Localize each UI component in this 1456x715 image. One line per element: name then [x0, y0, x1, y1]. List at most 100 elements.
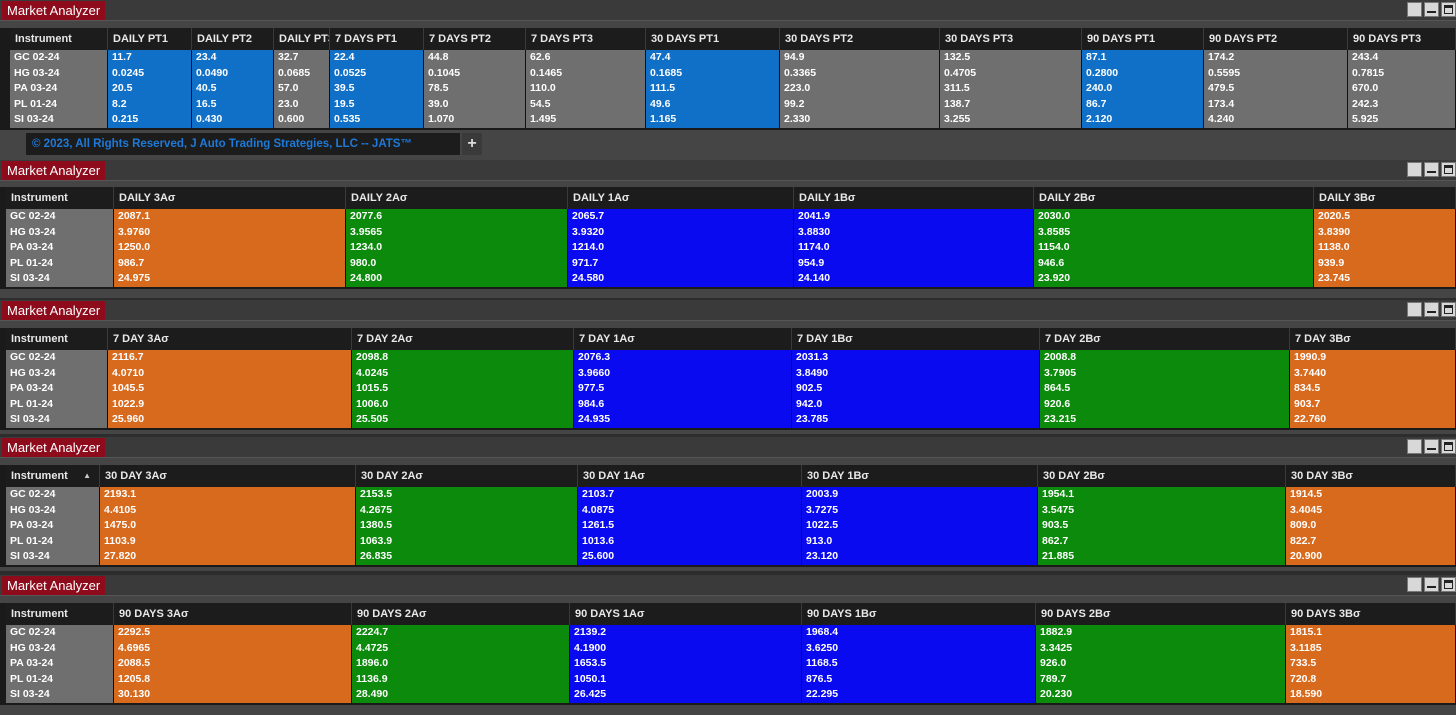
- value-cell[interactable]: 0.7815: [1348, 66, 1455, 82]
- value-cell[interactable]: 0.1685: [646, 66, 779, 82]
- value-cell[interactable]: 40.5: [192, 81, 273, 97]
- value-cell[interactable]: 720.8: [1286, 672, 1455, 688]
- value-cell[interactable]: 1050.1: [570, 672, 801, 688]
- value-cell[interactable]: 242.3: [1348, 97, 1455, 113]
- value-cell[interactable]: 984.6: [574, 397, 791, 413]
- value-cell[interactable]: 1015.5: [352, 381, 573, 397]
- value-cell[interactable]: 1.165: [646, 112, 779, 128]
- value-cell[interactable]: 971.7: [568, 256, 793, 272]
- value-cell[interactable]: 942.0: [792, 397, 1039, 413]
- value-cell[interactable]: 3.8490: [792, 366, 1039, 382]
- instrument-cell[interactable]: SI 03-24: [6, 549, 99, 565]
- value-cell[interactable]: 913.0: [802, 534, 1037, 550]
- value-cell[interactable]: 94.9: [780, 50, 939, 66]
- value-cell[interactable]: 24.140: [794, 271, 1033, 287]
- sort-ascending-icon[interactable]: ▲: [83, 465, 91, 487]
- value-cell[interactable]: 822.7: [1286, 534, 1455, 550]
- column-header[interactable]: 7 DAYS PT3: [526, 28, 646, 50]
- value-cell[interactable]: 1250.0: [114, 240, 345, 256]
- value-cell[interactable]: 2.120: [1082, 112, 1203, 128]
- window-titlebar[interactable]: Market Analyzer: [0, 0, 1456, 21]
- column-header[interactable]: 30 DAY 2Aσ: [356, 465, 578, 487]
- value-cell[interactable]: 1174.0: [794, 240, 1033, 256]
- value-cell[interactable]: 111.5: [646, 81, 779, 97]
- instrument-cell[interactable]: HG 03-24: [6, 225, 113, 241]
- value-cell[interactable]: 980.0: [346, 256, 567, 272]
- column-header[interactable]: 90 DAYS 1Aσ: [570, 603, 802, 625]
- value-cell[interactable]: 3.3425: [1036, 641, 1285, 657]
- instrument-cell[interactable]: PL 01-24: [6, 397, 107, 413]
- value-cell[interactable]: 862.7: [1038, 534, 1285, 550]
- value-cell[interactable]: 24.975: [114, 271, 345, 287]
- value-cell[interactable]: 62.6: [526, 50, 645, 66]
- column-header[interactable]: 7 DAY 2Aσ: [352, 328, 574, 350]
- value-cell[interactable]: 22.4: [330, 50, 423, 66]
- value-cell[interactable]: 670.0: [1348, 81, 1455, 97]
- value-cell[interactable]: 23.215: [1040, 412, 1289, 428]
- value-cell[interactable]: 20.230: [1036, 687, 1285, 703]
- value-cell[interactable]: 1136.9: [352, 672, 569, 688]
- instrument-cell[interactable]: PL 01-24: [6, 256, 113, 272]
- instrument-cell[interactable]: PA 03-24: [10, 81, 107, 97]
- value-cell[interactable]: 47.4: [646, 50, 779, 66]
- value-cell[interactable]: 26.425: [570, 687, 801, 703]
- value-cell[interactable]: 1896.0: [352, 656, 569, 672]
- column-header[interactable]: 30 DAY 3Aσ: [100, 465, 356, 487]
- value-cell[interactable]: 24.580: [568, 271, 793, 287]
- value-cell[interactable]: 834.5: [1290, 381, 1455, 397]
- value-cell[interactable]: 2031.3: [792, 350, 1039, 366]
- value-cell[interactable]: 25.505: [352, 412, 573, 428]
- instrument-cell[interactable]: GC 02-24: [10, 50, 107, 66]
- column-header[interactable]: 7 DAYS PT1: [330, 28, 424, 50]
- restore-button[interactable]: [1407, 162, 1422, 177]
- window-title-tab[interactable]: Market Analyzer: [2, 576, 106, 595]
- value-cell[interactable]: 21.885: [1038, 549, 1285, 565]
- value-cell[interactable]: 977.5: [574, 381, 791, 397]
- value-cell[interactable]: 3.9760: [114, 225, 345, 241]
- value-cell[interactable]: 311.5: [940, 81, 1081, 97]
- value-cell[interactable]: 0.0490: [192, 66, 273, 82]
- instrument-cell[interactable]: GC 02-24: [6, 487, 99, 503]
- value-cell[interactable]: 2008.8: [1040, 350, 1289, 366]
- value-cell[interactable]: 22.295: [802, 687, 1035, 703]
- value-cell[interactable]: 30.130: [114, 687, 351, 703]
- instrument-cell[interactable]: GC 02-24: [6, 625, 113, 641]
- value-cell[interactable]: 173.4: [1204, 97, 1347, 113]
- window-title-tab[interactable]: Market Analyzer: [2, 301, 106, 320]
- value-cell[interactable]: 2193.1: [100, 487, 355, 503]
- column-header[interactable]: 30 DAYS PT3: [940, 28, 1082, 50]
- column-header[interactable]: 7 DAY 3Aσ: [108, 328, 352, 350]
- column-header[interactable]: 90 DAYS PT1: [1082, 28, 1204, 50]
- value-cell[interactable]: 2139.2: [570, 625, 801, 641]
- value-cell[interactable]: 1380.5: [356, 518, 577, 534]
- value-cell[interactable]: 11.7: [108, 50, 191, 66]
- value-cell[interactable]: 3.9565: [346, 225, 567, 241]
- restore-button[interactable]: [1407, 577, 1422, 592]
- value-cell[interactable]: 902.5: [792, 381, 1039, 397]
- value-cell[interactable]: 18.590: [1286, 687, 1455, 703]
- value-cell[interactable]: 3.8390: [1314, 225, 1455, 241]
- value-cell[interactable]: 1013.6: [578, 534, 801, 550]
- value-cell[interactable]: 0.0525: [330, 66, 423, 82]
- value-cell[interactable]: 23.120: [802, 549, 1037, 565]
- value-cell[interactable]: 3.7905: [1040, 366, 1289, 382]
- value-cell[interactable]: 8.2: [108, 97, 191, 113]
- value-cell[interactable]: 16.5: [192, 97, 273, 113]
- column-header[interactable]: 7 DAY 2Bσ: [1040, 328, 1290, 350]
- value-cell[interactable]: 1063.9: [356, 534, 577, 550]
- value-cell[interactable]: 2030.0: [1034, 209, 1313, 225]
- value-cell[interactable]: 3.8585: [1034, 225, 1313, 241]
- value-cell[interactable]: 2065.7: [568, 209, 793, 225]
- instrument-cell[interactable]: PL 01-24: [6, 672, 113, 688]
- value-cell[interactable]: 0.3365: [780, 66, 939, 82]
- value-cell[interactable]: 1475.0: [100, 518, 355, 534]
- value-cell[interactable]: 78.5: [424, 81, 525, 97]
- value-cell[interactable]: 4.0710: [108, 366, 351, 382]
- value-cell[interactable]: 132.5: [940, 50, 1081, 66]
- value-cell[interactable]: 3.255: [940, 112, 1081, 128]
- instrument-cell[interactable]: PA 03-24: [6, 518, 99, 534]
- column-header[interactable]: 30 DAY 3Bσ: [1286, 465, 1456, 487]
- instrument-cell[interactable]: HG 03-24: [6, 503, 99, 519]
- column-header[interactable]: 90 DAYS 3Bσ: [1286, 603, 1456, 625]
- column-header[interactable]: DAILY 2Bσ: [1034, 187, 1314, 209]
